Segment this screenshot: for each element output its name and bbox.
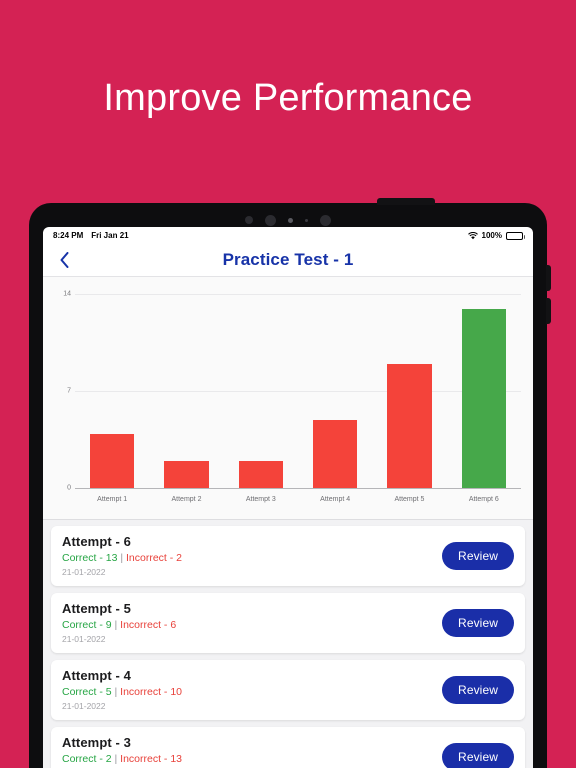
score-separator: |: [111, 686, 121, 698]
attempt-score: Correct - 5 | Incorrect - 10: [62, 686, 442, 698]
chart-bar-column: [224, 295, 298, 489]
attempt-card[interactable]: Attempt - 4 Correct - 5 | Incorrect - 10 2…: [51, 660, 525, 720]
attempt-date: 21-01-2022: [62, 634, 106, 644]
sensor-dot-icon: [288, 217, 293, 223]
chart-bar-column: [149, 295, 223, 489]
attempt-correct-count: Correct - 13: [62, 552, 118, 564]
attempt-card-info: Attempt - 6 Correct - 13 | Incorrect - 2 2…: [62, 534, 442, 577]
chart-x-tick-label: Attempt 5: [394, 496, 425, 503]
attempt-incorrect-count: Incorrect - 2: [126, 552, 183, 564]
chart-plot-area: 0 7 14: [63, 291, 521, 492]
mic-dot-icon: [305, 218, 308, 222]
page-title: Improve Performance: [103, 76, 473, 119]
attempt-correct-count: Correct - 2: [62, 753, 112, 765]
attempt-score: Correct - 13 | Incorrect - 2: [62, 552, 442, 564]
chart-x-tick-labels: Attempt 1 Attempt 2 Attempt 3 Attempt 4 Atte…: [75, 491, 521, 509]
chart-x-tick-label: Attempt 6: [468, 496, 499, 503]
attempt-date: 21-01-2022: [62, 567, 106, 577]
chart-bar[interactable]: [89, 433, 135, 489]
status-bar: 8:24 PM Fri Jan 21 100%: [43, 227, 533, 244]
performance-chart: 0 7 14 Attempt 1 Attempt 2 Attempt 3 Attempt …: [43, 277, 533, 520]
attempt-card[interactable]: Attempt - 5 Correct - 9 | Incorrect - 6 21…: [51, 593, 525, 653]
attempt-title: Attempt - 5: [62, 601, 131, 616]
wifi-icon: [467, 231, 478, 240]
chart-y-tick-label: 14: [63, 290, 71, 298]
camera-lens-secondary-icon: [320, 214, 331, 226]
score-separator: |: [117, 552, 126, 564]
score-separator: |: [111, 619, 121, 631]
chart-bar[interactable]: [238, 461, 284, 489]
camera-dot-icon: [245, 216, 253, 224]
chart-bar[interactable]: [312, 419, 358, 489]
attempt-title: Attempt - 6: [62, 534, 131, 549]
chart-bar[interactable]: [461, 308, 507, 489]
power-button[interactable]: [377, 198, 435, 205]
chart-y-tick-label: 7: [67, 387, 71, 395]
attempt-card[interactable]: Attempt - 3Correct - 2 | Incorrect - 132…: [51, 727, 525, 768]
tablet-screen: 8:24 PM Fri Jan 21 100% Practice Test - …: [43, 227, 533, 768]
review-button[interactable]: Review: [442, 742, 514, 768]
attempt-card-info: Attempt - 4 Correct - 5 | Incorrect - 10 2…: [62, 668, 442, 711]
back-button[interactable]: [53, 248, 75, 272]
chart-x-axis: [75, 488, 521, 489]
attempt-card[interactable]: Attempt - 6 Correct - 13 | Incorrect - 2 2…: [51, 526, 525, 586]
chart-bars: [75, 295, 521, 489]
score-separator: |: [111, 753, 121, 765]
chart-bar-column: [298, 295, 372, 489]
attempt-card-info: Attempt - 3Correct - 2 | Incorrect - 132…: [62, 735, 442, 768]
chart-bar-column: [447, 295, 521, 489]
volume-down-button[interactable]: [546, 298, 551, 324]
status-time: 8:24 PM: [53, 231, 84, 240]
attempt-correct-count: Correct - 5: [62, 686, 112, 698]
nav-title: Practice Test - 1: [222, 250, 354, 269]
attempt-date: 21-01-2022: [62, 701, 106, 711]
tablet-device-frame: 8:24 PM Fri Jan 21 100% Practice Test - …: [29, 198, 551, 768]
attempt-incorrect-count: Incorrect - 10: [120, 686, 183, 698]
chart-bar[interactable]: [387, 364, 432, 489]
review-button[interactable]: Review: [442, 541, 514, 570]
chart-y-tick-label: 0: [67, 484, 71, 492]
chart-x-tick-label: Attempt 2: [171, 496, 202, 503]
review-button[interactable]: Review: [442, 608, 514, 637]
attempt-incorrect-count: Incorrect - 13: [120, 753, 183, 765]
chevron-left-icon: [60, 252, 68, 268]
nav-bar: Practice Test - 1: [43, 244, 533, 277]
chart-x-tick-label: Attempt 3: [245, 496, 276, 503]
chart-bar-column: [372, 295, 446, 489]
chart-x-tick-label: Attempt 4: [320, 496, 351, 503]
review-button[interactable]: Review: [442, 675, 514, 704]
attempt-score: Correct - 9 | Incorrect - 6: [62, 619, 442, 631]
chart-x-tick-label: Attempt 1: [97, 496, 128, 503]
attempt-card-info: Attempt - 5 Correct - 9 | Incorrect - 6 21…: [62, 601, 442, 644]
chart-bar[interactable]: [164, 461, 209, 489]
attempt-title: Attempt - 3: [62, 735, 131, 750]
camera-lens-icon: [265, 214, 276, 226]
battery-icon: [506, 231, 525, 240]
attempt-title: Attempt - 4: [62, 668, 131, 683]
attempt-correct-count: Correct - 9: [62, 619, 112, 631]
front-sensor-array: [29, 213, 547, 227]
attempt-incorrect-count: Incorrect - 6: [120, 619, 177, 631]
attempt-score: Correct - 2 | Incorrect - 13: [62, 753, 442, 765]
chart-bar-column: [75, 295, 149, 489]
status-date: Fri Jan 21: [91, 231, 129, 240]
attempt-list[interactable]: Attempt - 6 Correct - 13 | Incorrect - 2 2…: [43, 520, 533, 768]
volume-up-button[interactable]: [546, 265, 551, 291]
battery-percent-label: 100%: [481, 231, 502, 240]
